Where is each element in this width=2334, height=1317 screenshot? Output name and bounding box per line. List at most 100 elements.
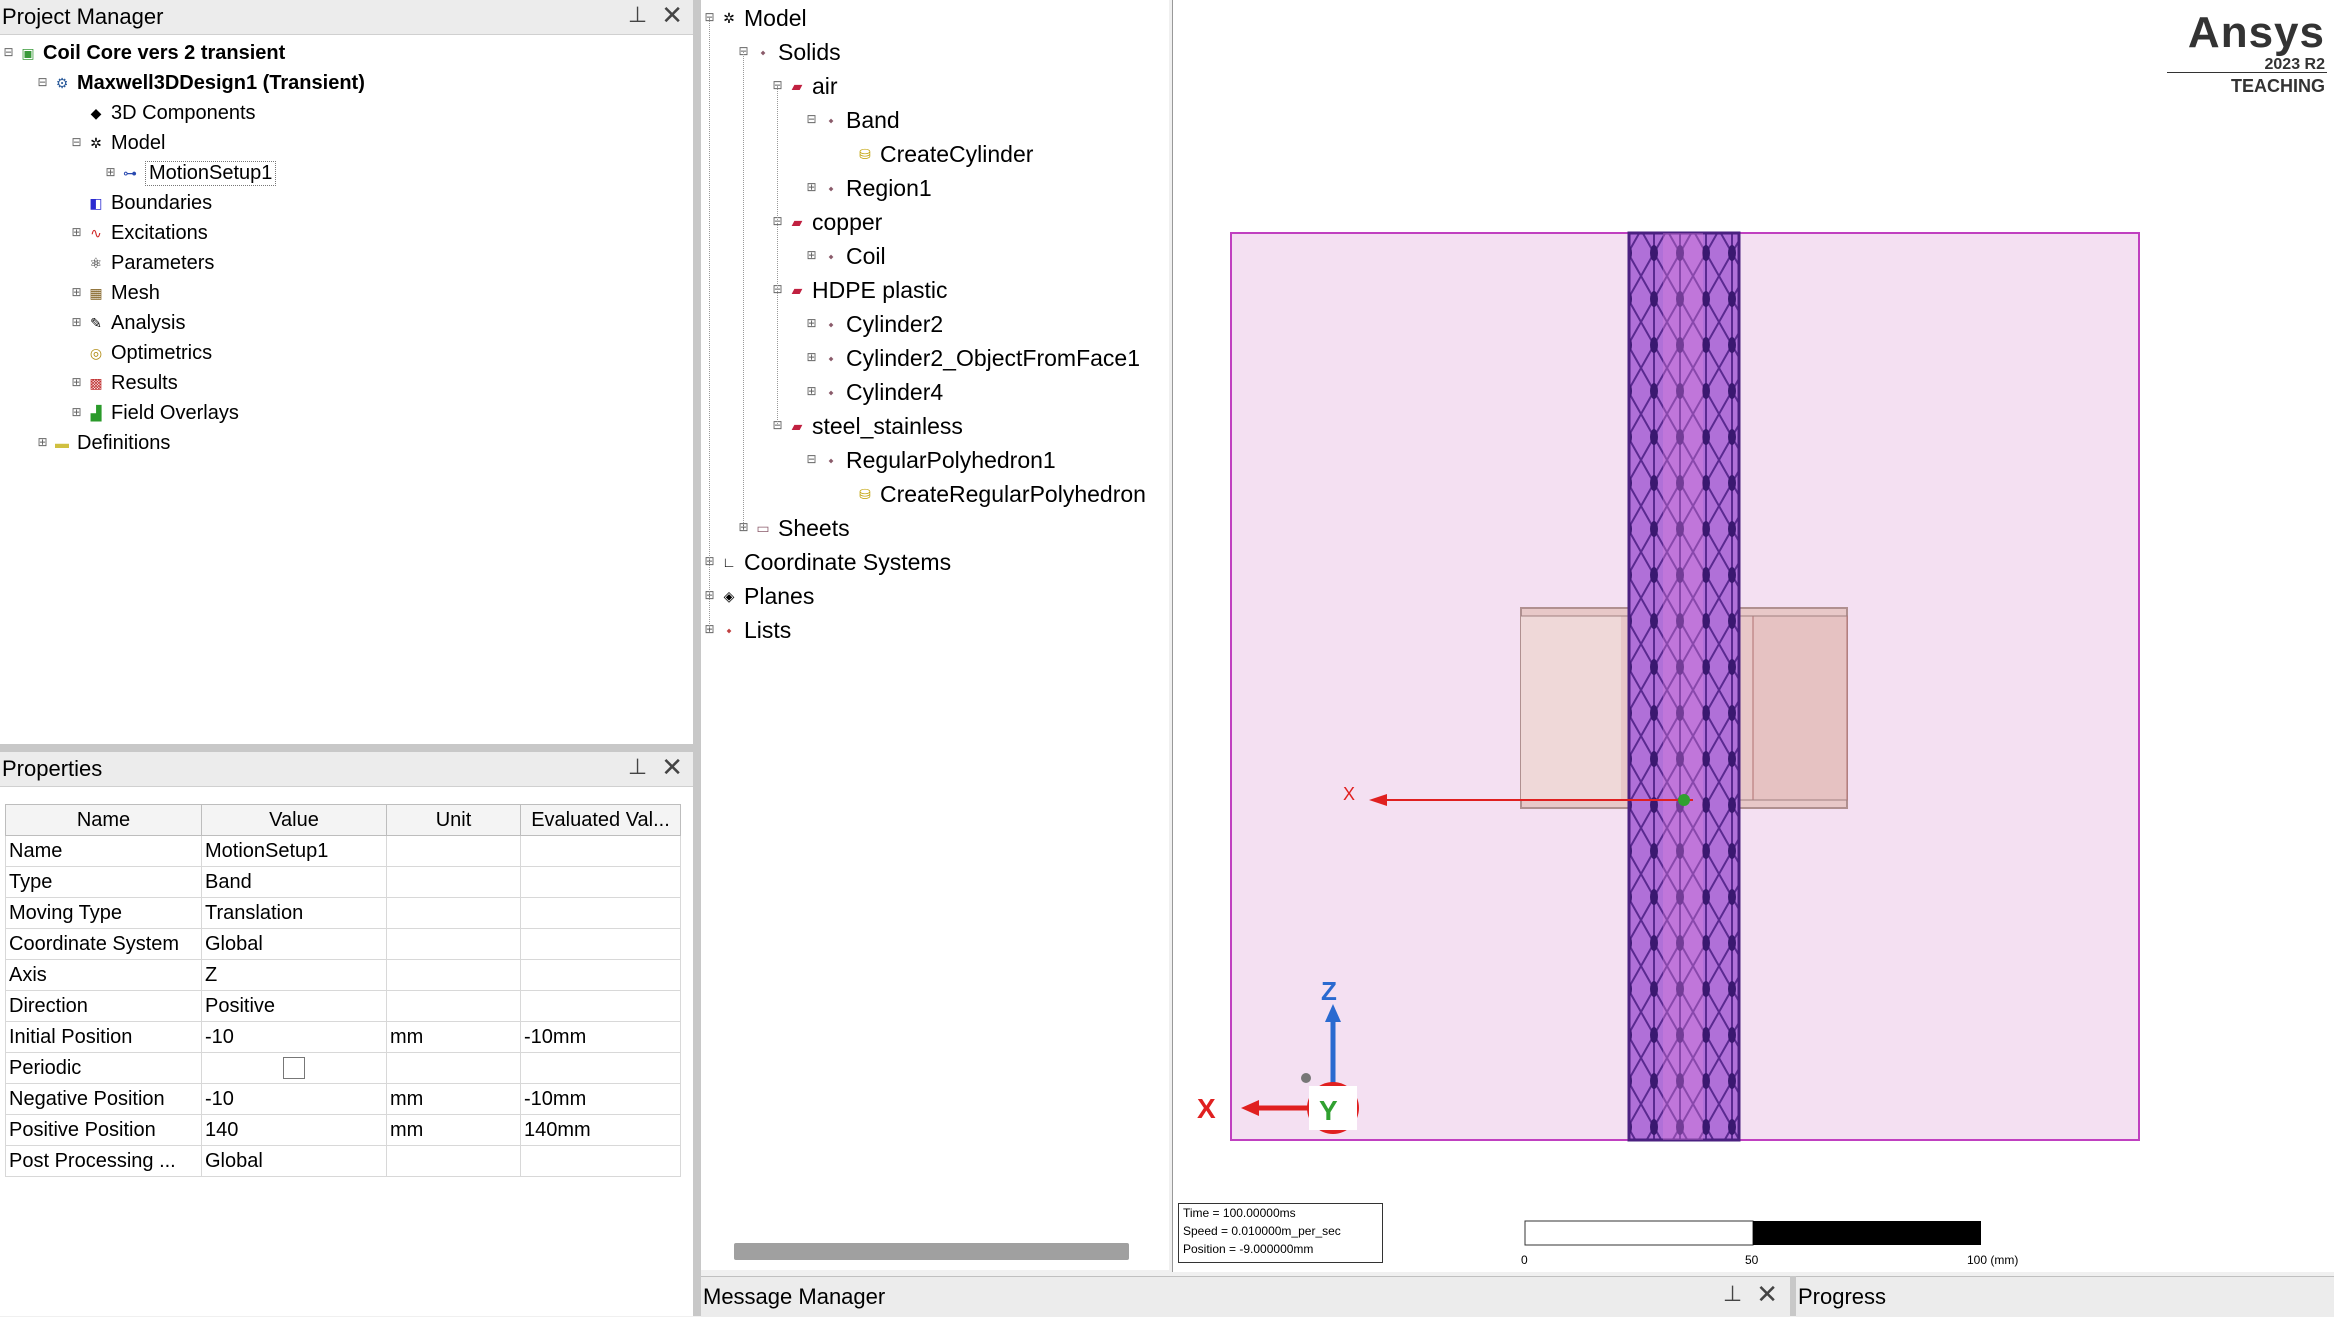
tree-item-planes[interactable]: ⊞ ◈ Planes bbox=[703, 581, 814, 611]
solid-icon: ⬩ bbox=[828, 248, 834, 264]
expand-icon[interactable]: ⊞ bbox=[70, 226, 83, 240]
close-icon[interactable]: ✕ bbox=[1756, 1279, 1778, 1310]
expand-icon[interactable]: ⊞ bbox=[805, 249, 818, 263]
z-axis-label: Z bbox=[1321, 976, 1337, 1006]
model-view[interactable]: X Z X Y 0 50 100 (mm) bbox=[1173, 0, 2334, 1272]
tree-item-definitions[interactable]: ⊞ ▬ Definitions bbox=[36, 428, 170, 458]
table-row[interactable]: Negative Position -10 mm -10mm bbox=[5, 1083, 681, 1115]
tree-item-region1[interactable]: ⊞ ⬩ Region1 bbox=[805, 173, 931, 203]
tree-item-optimetrics[interactable]: ◎ Optimetrics bbox=[70, 338, 212, 368]
tree-item-results[interactable]: ⊞ ▩ Results bbox=[70, 368, 177, 398]
solid-icon: ⬩ bbox=[828, 112, 834, 128]
tree-item-hdpe[interactable]: ⊟ ▰ HDPE plastic bbox=[771, 275, 947, 305]
pin-icon[interactable]: ⊥ bbox=[1723, 1281, 1742, 1307]
expand-icon[interactable]: ⊞ bbox=[805, 181, 818, 195]
solid-icon: ⬩ bbox=[828, 384, 834, 400]
tree-item-create-cylinder[interactable]: ⛁ CreateCylinder bbox=[839, 139, 1033, 169]
scale-bar: 0 50 100 (mm) bbox=[1521, 1220, 2018, 1267]
y-axis-label: Y bbox=[1319, 1095, 1338, 1126]
tree-item-cylinder4[interactable]: ⊞ ⬩ Cylinder4 bbox=[805, 377, 943, 407]
table-row[interactable]: Coordinate System Global bbox=[5, 928, 681, 960]
tree-item-project[interactable]: ⊟ ▣ Coil Core vers 2 transient bbox=[2, 38, 285, 68]
solid-icon: ⬩ bbox=[828, 316, 834, 332]
tree-item-field-overlays[interactable]: ⊞ ▟ Field Overlays bbox=[70, 398, 238, 428]
tree-item-coil[interactable]: ⊞ ⬩ Coil bbox=[805, 241, 885, 271]
collapse-icon[interactable]: ⊟ bbox=[805, 453, 818, 467]
parameters-icon: ⚛ bbox=[89, 255, 103, 271]
table-row[interactable]: Moving Type Translation bbox=[5, 897, 681, 929]
tree-item-model[interactable]: ⊟ ✲ Model bbox=[70, 128, 165, 158]
table-row[interactable]: Periodic bbox=[5, 1052, 681, 1084]
position-readout: Position = -9.000000mm bbox=[1183, 1242, 1314, 1256]
tree-item-cylinder2[interactable]: ⊞ ⬩ Cylinder2 bbox=[805, 309, 943, 339]
table-row[interactable]: Type Band bbox=[5, 866, 681, 898]
collapse-icon[interactable]: ⊟ bbox=[805, 113, 818, 127]
tree-item-lists[interactable]: ⊞ ⬩ Lists bbox=[703, 615, 791, 645]
expand-icon[interactable]: ⊞ bbox=[70, 316, 83, 330]
column-header-unit[interactable]: Unit bbox=[386, 804, 521, 836]
collapse-icon[interactable]: ⊟ bbox=[36, 76, 49, 90]
tree-item-copper[interactable]: ⊟ ▰ copper bbox=[771, 207, 882, 237]
tree-item-excitations[interactable]: ⊞ ∿ Excitations bbox=[70, 218, 207, 248]
optimetrics-icon: ◎ bbox=[89, 345, 103, 361]
tree-item-cylinder2-object-from-face[interactable]: ⊞ ⬩ Cylinder2_ObjectFromFace1 bbox=[805, 343, 1140, 373]
tree-item-air[interactable]: ⊟ ▰ air bbox=[771, 71, 837, 101]
project-manager-panel: Project Manager ⊥ ✕ ⊟ ▣ Coil Core vers 2… bbox=[0, 0, 693, 744]
expand-icon[interactable]: ⊞ bbox=[805, 351, 818, 365]
solid-icon: ⬩ bbox=[828, 350, 834, 366]
column-header-evaluated[interactable]: Evaluated Val... bbox=[520, 804, 681, 836]
tree-item-analysis[interactable]: ⊞ ✎ Analysis bbox=[70, 308, 185, 338]
expand-icon[interactable]: ⊞ bbox=[70, 376, 83, 390]
tree-item-band[interactable]: ⊟ ⬩ Band bbox=[805, 105, 899, 135]
tree-item-coordinate-systems[interactable]: ⊞ ∟ Coordinate Systems bbox=[703, 547, 951, 577]
progress-title: Progress bbox=[1798, 1284, 1887, 1309]
tree-item-regular-polyhedron[interactable]: ⊟ ⬩ RegularPolyhedron1 bbox=[805, 445, 1055, 475]
analysis-icon: ✎ bbox=[90, 315, 102, 331]
expand-icon[interactable]: ⊞ bbox=[805, 317, 818, 331]
table-row[interactable]: Direction Positive bbox=[5, 990, 681, 1022]
3d-viewport[interactable]: Ansys 2023 R2 TEACHING X Z X Y 0 50 100 … bbox=[1172, 0, 2334, 1272]
collapse-icon[interactable]: ⊟ bbox=[70, 136, 83, 150]
material-icon: ▰ bbox=[791, 282, 803, 298]
tree-item-boundaries[interactable]: ◧ Boundaries bbox=[70, 188, 212, 218]
tree-item-design[interactable]: ⊟ ⚙ Maxwell3DDesign1 (Transient) bbox=[36, 68, 364, 98]
expand-icon[interactable]: ⊞ bbox=[70, 406, 83, 420]
table-row[interactable]: Post Processing ... Global bbox=[5, 1145, 681, 1177]
column-header-name[interactable]: Name bbox=[5, 804, 202, 836]
message-manager-bar[interactable]: Message Manager ⊥ ✕ bbox=[701, 1276, 1790, 1317]
pin-icon[interactable]: ⊥ bbox=[628, 754, 647, 780]
pin-icon[interactable]: ⊥ bbox=[628, 2, 647, 28]
expand-icon[interactable]: ⊞ bbox=[36, 436, 49, 450]
boundaries-icon: ◧ bbox=[89, 195, 103, 211]
table-row[interactable]: Axis Z bbox=[5, 959, 681, 991]
tree-item-parameters[interactable]: ⚛ Parameters bbox=[70, 248, 215, 278]
tree-item-sheets[interactable]: ⊞ ▭ Sheets bbox=[737, 513, 849, 543]
table-row[interactable]: Name MotionSetup1 bbox=[5, 835, 681, 867]
column-header-value[interactable]: Value bbox=[201, 804, 387, 836]
tree-item-create-regular-polyhedron[interactable]: ⛁ CreateRegularPolyhedron bbox=[839, 479, 1146, 509]
expand-icon[interactable]: ⊞ bbox=[70, 286, 83, 300]
horizontal-scrollbar[interactable] bbox=[734, 1243, 1129, 1260]
table-row[interactable]: Positive Position 140 mm 140mm bbox=[5, 1114, 681, 1146]
model-tree-panel: ⊟ ✲ Model ⊟ ⬩ Solids ⊟ ▰ air ⊟ ⬩ Band ⛁ CreateCyl… bbox=[701, 0, 1169, 1270]
material-icon: ▰ bbox=[791, 214, 803, 230]
collapse-icon[interactable]: ⊟ bbox=[2, 46, 15, 60]
periodic-checkbox[interactable] bbox=[283, 1057, 305, 1080]
tree-item-model[interactable]: ⊟ ✲ Model bbox=[703, 3, 806, 33]
svg-text:0: 0 bbox=[1521, 1253, 1528, 1267]
vertical-splitter[interactable] bbox=[693, 0, 701, 1316]
tree-item-motion-setup[interactable]: ⊞ ⊶ MotionSetup1 bbox=[104, 158, 277, 188]
close-icon[interactable]: ✕ bbox=[661, 0, 683, 31]
material-icon: ▰ bbox=[791, 418, 803, 434]
tree-item-solids[interactable]: ⊟ ⬩ Solids bbox=[737, 37, 840, 67]
horizontal-splitter[interactable] bbox=[0, 744, 693, 752]
properties-panel: Properties ⊥ ✕ Name Value Unit Evaluated… bbox=[0, 752, 693, 1316]
tree-item-steel[interactable]: ⊟ ▰ steel_stainless bbox=[771, 411, 962, 441]
expand-icon[interactable]: ⊞ bbox=[104, 166, 117, 180]
tree-item-mesh[interactable]: ⊞ ▦ Mesh bbox=[70, 278, 159, 308]
close-icon[interactable]: ✕ bbox=[661, 752, 683, 783]
tree-item-3d-components[interactable]: ◆ 3D Components bbox=[70, 98, 256, 128]
progress-bar-panel[interactable]: Progress bbox=[1796, 1276, 2334, 1317]
expand-icon[interactable]: ⊞ bbox=[805, 385, 818, 399]
table-row[interactable]: Initial Position -10 mm -10mm bbox=[5, 1021, 681, 1053]
